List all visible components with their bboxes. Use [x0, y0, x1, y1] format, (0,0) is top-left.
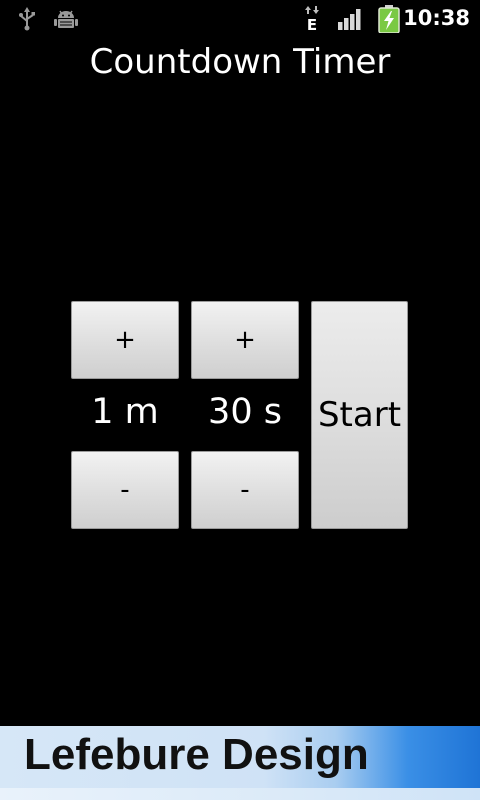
seconds-value: 30 s [208, 392, 282, 432]
banner-text: Lefebure Design [24, 730, 369, 779]
ad-banner[interactable]: Lefebure Design [0, 726, 480, 800]
banner-stripe [0, 788, 480, 800]
minutes-decrement-button[interactable]: - [71, 451, 179, 529]
status-bar: E 10:38 [0, 0, 480, 38]
status-clock: 10:38 [403, 6, 470, 30]
battery-charging-icon [378, 5, 400, 33]
edge-data-icon: E [305, 6, 319, 32]
signal-icon [338, 9, 361, 30]
app-title: Countdown Timer [89, 42, 391, 82]
seconds-increment-button[interactable]: + [191, 301, 299, 379]
seconds-decrement-button[interactable]: - [191, 451, 299, 529]
start-button[interactable]: Start [311, 301, 408, 529]
screen: E 10:38 Countdown Timer + + 1 m 30 s - -… [0, 0, 480, 800]
usb-icon [19, 7, 35, 31]
android-debug-icon [54, 10, 78, 28]
minutes-increment-button[interactable]: + [71, 301, 179, 379]
minutes-value: 1 m [91, 392, 159, 432]
network-type-label: E [307, 16, 317, 32]
